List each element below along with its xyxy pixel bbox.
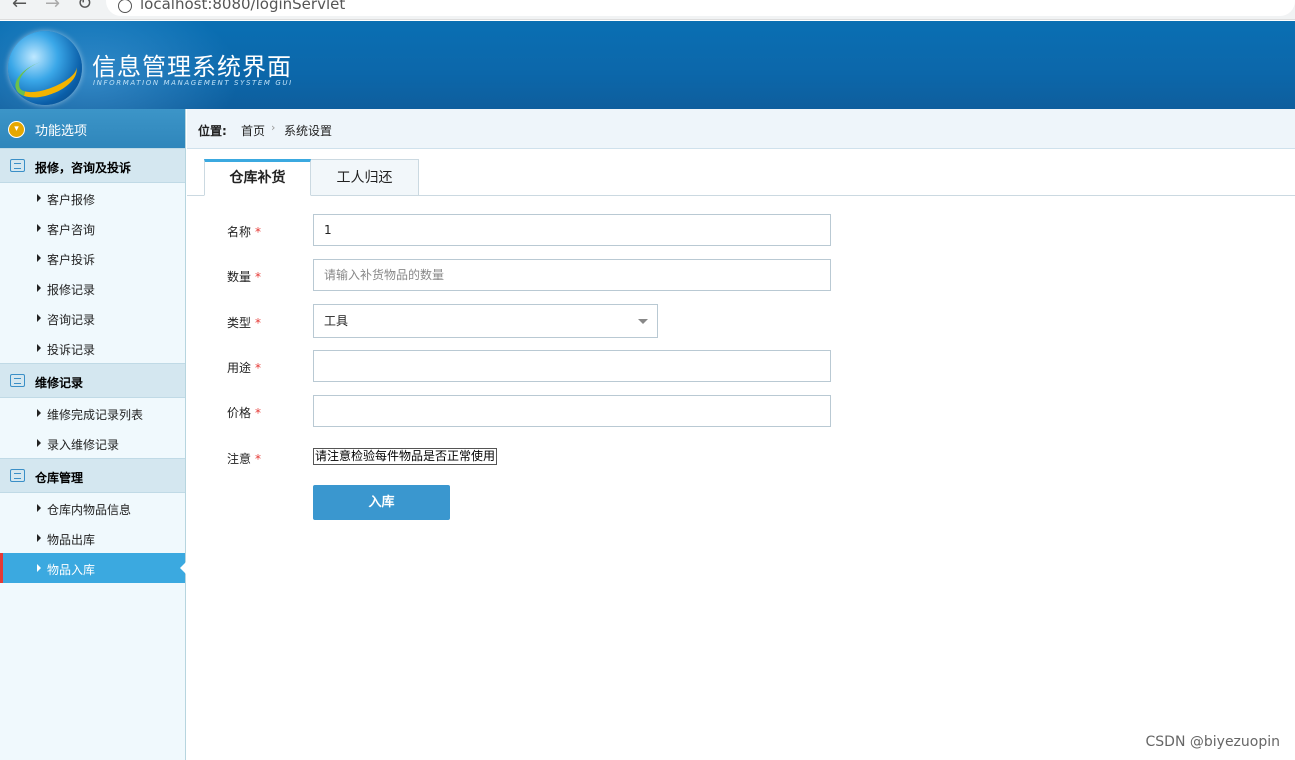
sidebar-item-consult-records[interactable]: 咨询记录 <box>0 303 185 333</box>
url-text: localhost:8080/loginServlet <box>140 0 346 13</box>
note-label: 注意 * <box>227 452 262 466</box>
chat-icon <box>10 469 25 482</box>
sidebar-item-inbound[interactable]: 物品入库 <box>0 553 186 583</box>
breadcrumb-label: 位置: <box>198 124 227 138</box>
breadcrumb-home-link[interactable]: 首页 <box>241 122 265 139</box>
browser-bar: ← → ↻ localhost:8080/loginServlet <box>0 0 1295 20</box>
sidebar-group-maintenance[interactable]: 维修记录 <box>0 363 185 398</box>
info-icon[interactable] <box>118 0 132 13</box>
app-header: 信息管理系统界面 INFORMATION MANAGEMENT SYSTEM G… <box>0 21 1295 109</box>
sidebar-item-warehouse-info[interactable]: 仓库内物品信息 <box>0 493 185 523</box>
chevron-down-icon <box>638 319 648 324</box>
globe-logo-icon <box>8 31 82 105</box>
caret-right-icon <box>37 564 41 572</box>
name-label: 名称 * <box>227 225 262 239</box>
caret-right-icon <box>37 534 41 542</box>
quantity-field[interactable]: 请输入补货物品的数量 <box>313 259 831 291</box>
caret-right-icon <box>37 254 41 262</box>
sidebar-item-enter-record[interactable]: 录入维修记录 <box>0 428 185 458</box>
type-select[interactable]: 工具 <box>313 304 658 338</box>
breadcrumb-separator: › <box>271 121 276 134</box>
sidebar-header[interactable]: ▾ 功能选项 <box>0 109 185 148</box>
sidebar-item-completed-list[interactable]: 维修完成记录列表 <box>0 398 185 428</box>
watermark: CSDN @biyezuopin <box>1145 734 1280 750</box>
back-icon[interactable]: ← <box>12 0 27 14</box>
sidebar-item-outbound[interactable]: 物品出库 <box>0 523 185 553</box>
site-subtitle: INFORMATION MANAGEMENT SYSTEM GUI <box>93 79 293 87</box>
address-bar[interactable]: localhost:8080/loginServlet <box>106 0 1295 16</box>
caret-right-icon <box>37 344 41 352</box>
chevron-down-icon: ▾ <box>8 121 25 138</box>
forward-icon[interactable]: → <box>45 0 60 14</box>
purpose-field[interactable] <box>313 350 831 382</box>
tab-worker-return[interactable]: 工人归还 <box>311 159 419 196</box>
price-field[interactable] <box>313 395 831 427</box>
caret-right-icon <box>37 314 41 322</box>
caret-right-icon <box>37 194 41 202</box>
inbound-submit-button[interactable]: 入库 <box>313 485 450 520</box>
edit-icon <box>10 374 25 387</box>
note-text: 请注意检验每件物品是否正常使用 <box>313 448 498 465</box>
caret-right-icon <box>37 439 41 447</box>
breadcrumb-current[interactable]: 系统设置 <box>284 122 332 139</box>
sidebar-item-customer-consult[interactable]: 客户咨询 <box>0 213 185 243</box>
tab-bar: 仓库补货 工人归还 <box>187 149 1295 196</box>
price-label: 价格 * <box>227 406 262 420</box>
sidebar-item-customer-repair[interactable]: 客户报修 <box>0 183 185 213</box>
sidebar-item-repair-records[interactable]: 报修记录 <box>0 273 185 303</box>
tab-restock[interactable]: 仓库补货 <box>204 159 311 196</box>
name-field[interactable]: 1 <box>313 214 831 246</box>
caret-right-icon <box>37 504 41 512</box>
type-label: 类型 * <box>227 316 262 330</box>
sidebar-group-service[interactable]: 报修，咨询及投诉 <box>0 148 185 183</box>
caret-right-icon <box>37 409 41 417</box>
caret-right-icon <box>37 224 41 232</box>
sidebar-item-customer-complaint[interactable]: 客户投诉 <box>0 243 185 273</box>
purpose-label: 用途 * <box>227 361 262 375</box>
site-title: 信息管理系统界面 <box>92 53 292 81</box>
caret-right-icon <box>37 284 41 292</box>
list-icon <box>10 159 25 172</box>
quantity-label: 数量 * <box>227 270 262 284</box>
breadcrumb: 位置: 首页 › 系统设置 <box>187 109 1295 149</box>
sidebar-item-complaint-records[interactable]: 投诉记录 <box>0 333 185 363</box>
reload-icon[interactable]: ↻ <box>77 0 92 14</box>
sidebar: ▾ 功能选项 报修，咨询及投诉 客户报修 客户咨询 客户投诉 报修记录 咨询记录… <box>0 109 186 760</box>
sidebar-group-warehouse[interactable]: 仓库管理 <box>0 458 185 493</box>
